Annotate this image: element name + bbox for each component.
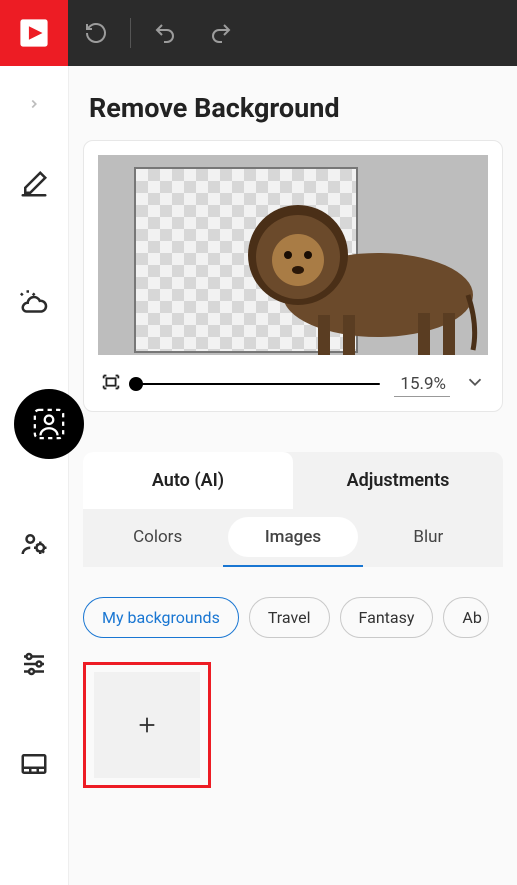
backgrounds-grid	[83, 662, 517, 788]
sub-tab-blur[interactable]: Blur	[364, 517, 493, 557]
subject-lion	[228, 185, 478, 355]
tab-auto-ai[interactable]: Auto (AI)	[83, 452, 293, 509]
undo-button[interactable]	[137, 0, 193, 66]
add-background-tile[interactable]	[94, 672, 200, 778]
separator	[130, 18, 131, 48]
sidebar	[0, 66, 68, 885]
zoom-controls: 15.9%	[98, 371, 488, 397]
preview-card: 15.9%	[83, 140, 503, 412]
chip-fantasy[interactable]: Fantasy	[340, 597, 434, 638]
zoom-slider[interactable]	[136, 383, 380, 385]
sidebar-item-people-settings[interactable]	[0, 484, 68, 604]
collapse-sidebar-button[interactable]	[0, 84, 68, 124]
chip-my-backgrounds[interactable]: My backgrounds	[83, 597, 239, 638]
main-tabs: Auto (AI) Adjustments	[83, 452, 503, 509]
revert-button[interactable]	[68, 0, 124, 66]
sub-tabs: Colors Images Blur	[83, 509, 503, 567]
fit-screen-icon[interactable]	[100, 371, 122, 397]
zoom-value[interactable]: 15.9%	[394, 372, 450, 397]
sidebar-item-remove-bg[interactable]	[0, 364, 68, 484]
sub-tab-images[interactable]: Images	[228, 517, 357, 557]
sub-tab-colors[interactable]: Colors	[93, 517, 222, 557]
tabs-card: Auto (AI) Adjustments Colors Images Blur	[83, 452, 503, 567]
zoom-dropdown-icon[interactable]	[464, 371, 486, 397]
category-chips: My backgrounds Travel Fantasy Ab	[83, 597, 503, 638]
zoom-slider-thumb[interactable]	[129, 377, 143, 391]
main-panel: Remove Background	[68, 66, 517, 885]
page-title: Remove Background	[89, 92, 517, 124]
sidebar-item-eraser[interactable]	[0, 124, 68, 244]
tab-adjustments[interactable]: Adjustments	[293, 452, 503, 509]
top-bar	[0, 0, 517, 66]
redo-button[interactable]	[193, 0, 249, 66]
sidebar-item-weather[interactable]	[0, 244, 68, 364]
chip-travel[interactable]: Travel	[249, 597, 330, 638]
preview-image[interactable]	[98, 155, 488, 355]
sidebar-item-layout[interactable]	[0, 724, 68, 804]
add-background-highlight	[83, 662, 211, 788]
top-actions	[68, 0, 249, 66]
app-logo[interactable]	[0, 0, 68, 66]
sidebar-item-sliders[interactable]	[0, 604, 68, 724]
chip-abstract[interactable]: Ab	[443, 597, 488, 638]
sub-tab-indicator	[223, 565, 363, 567]
